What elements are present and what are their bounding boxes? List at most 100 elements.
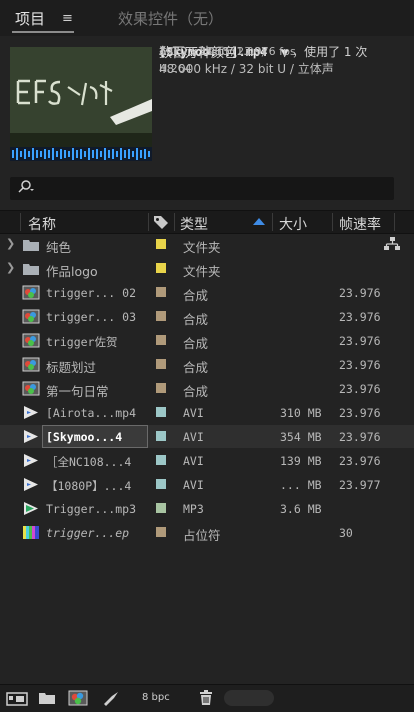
item-type: AVI xyxy=(183,478,204,492)
item-type: 合成 xyxy=(183,360,209,375)
column-divider xyxy=(174,213,175,231)
label-color-swatch[interactable] xyxy=(156,455,166,465)
column-divider xyxy=(272,213,273,231)
expand-chevron-icon[interactable]: ❯ xyxy=(6,261,15,274)
item-size: 139 MB xyxy=(280,454,322,468)
list-item[interactable]: trigger...ep 占位符 30 xyxy=(0,521,414,544)
item-type: AVI xyxy=(183,406,204,420)
tab-effect-controls[interactable]: 效果控件（无） xyxy=(118,8,223,29)
label-color-swatch[interactable] xyxy=(156,359,166,369)
new-composition-icon[interactable] xyxy=(68,690,88,710)
placeholder-icon xyxy=(22,525,40,540)
list-item[interactable]: ❯ 作品logo 文件夹 xyxy=(0,257,414,280)
item-frame-rate: 23.976 xyxy=(339,454,381,468)
item-type: 合成 xyxy=(183,336,209,351)
list-item[interactable]: [Airota...mp4 AVI 310 MB 23.976 xyxy=(0,401,414,424)
footage-duration: Δ 0:23:38:15, 23.976 fps xyxy=(159,45,296,58)
column-divider xyxy=(394,213,395,231)
item-name: 【1080P】...4 xyxy=(46,479,132,493)
footage-audio: 48.000 kHz / 32 bit U / 立体声 xyxy=(159,62,334,76)
column-name[interactable]: 名称 xyxy=(28,214,56,234)
item-frame-rate: 23.976 xyxy=(339,382,381,396)
color-depth-button[interactable]: 8 bpc xyxy=(142,692,170,703)
new-folder-icon[interactable] xyxy=(38,690,56,710)
item-frame-rate: 23.976 xyxy=(339,406,381,420)
label-color-swatch[interactable] xyxy=(156,311,166,321)
list-item[interactable]: trigger佐贺 合成 23.976 xyxy=(0,329,414,352)
network-hierarchy-icon[interactable] xyxy=(384,237,400,255)
item-frame-rate: 23.977 xyxy=(339,478,381,492)
delete-trash-icon[interactable] xyxy=(198,690,214,710)
item-type: 合成 xyxy=(183,312,209,327)
panel-tab-bar: 项目 ≡ 效果控件（无） xyxy=(0,0,414,36)
list-item[interactable]: ❯ 纯色 文件夹 xyxy=(0,233,414,256)
label-tag-icon[interactable] xyxy=(153,215,169,233)
item-frame-rate: 23.976 xyxy=(339,430,381,444)
item-size: ... MB xyxy=(280,478,322,492)
label-color-swatch[interactable] xyxy=(156,335,166,345)
label-color-swatch[interactable] xyxy=(156,431,166,441)
composition-icon xyxy=(22,381,40,396)
column-frame-rate[interactable]: 帧速率 xyxy=(339,214,381,234)
list-item[interactable]: ［全NC108...4 AVI 139 MB 23.976 xyxy=(0,449,414,472)
item-name: trigger... 03 xyxy=(46,310,137,324)
composition-icon xyxy=(22,357,40,372)
footage-thumbnail xyxy=(10,47,152,161)
label-color-swatch[interactable] xyxy=(156,407,166,417)
item-name[interactable]: [Skymoo...4 xyxy=(46,430,122,444)
item-frame-rate: 23.976 xyxy=(339,286,381,300)
item-frame-rate: 23.976 xyxy=(339,334,381,348)
item-type: 合成 xyxy=(183,384,209,399)
project-settings-icon[interactable] xyxy=(102,690,120,710)
folder-icon xyxy=(22,237,40,252)
item-frame-rate: 23.976 xyxy=(339,358,381,372)
item-size: 3.6 MB xyxy=(280,502,322,516)
video-footage-icon xyxy=(22,453,40,468)
item-name: Trigger...mp3 xyxy=(46,502,137,516)
label-color-swatch[interactable] xyxy=(156,479,166,489)
list-item[interactable]: Trigger...mp3 MP3 3.6 MB xyxy=(0,497,414,520)
label-color-swatch[interactable] xyxy=(156,383,166,393)
list-item[interactable]: trigger... 02 合成 23.976 xyxy=(0,281,414,304)
item-type: 占位符 xyxy=(183,528,221,543)
search-input[interactable] xyxy=(10,177,394,200)
interpret-footage-icon[interactable] xyxy=(6,690,28,710)
list-item[interactable]: 标题划过 合成 23.976 xyxy=(0,353,414,376)
label-color-swatch[interactable] xyxy=(156,287,166,297)
list-item[interactable]: trigger... 03 合成 23.976 xyxy=(0,305,414,328)
list-item-selected[interactable]: [Skymoo...4 AVI 354 MB 23.976 xyxy=(0,425,414,448)
list-item[interactable]: 第一句日常 合成 23.976 xyxy=(0,377,414,400)
label-color-swatch[interactable] xyxy=(156,239,166,249)
item-name: trigger... 02 xyxy=(46,286,137,300)
list-item[interactable]: 【1080P】...4 AVI ... MB 23.977 xyxy=(0,473,414,496)
footage-info: [Skymoo...].mp4 ▼ ，使用了 1 次 1920 x 1080 (… xyxy=(159,45,367,76)
active-tab-indicator xyxy=(12,31,74,33)
column-header: 名称 类型 大小 帧速率 xyxy=(0,210,414,234)
expand-chevron-icon[interactable]: ❯ xyxy=(6,237,15,250)
label-color-swatch[interactable] xyxy=(156,527,166,537)
column-size[interactable]: 大小 xyxy=(279,214,307,234)
video-footage-icon xyxy=(22,477,40,492)
item-name: ［全NC108...4 xyxy=(46,455,132,469)
panel-footer: 8 bpc xyxy=(0,684,414,712)
item-type: 合成 xyxy=(183,288,209,303)
search-icon[interactable] xyxy=(18,180,36,198)
item-name: trigger...ep xyxy=(46,526,130,540)
composition-icon xyxy=(22,333,40,348)
audio-footage-icon xyxy=(22,501,40,516)
item-name: [Airota...mp4 xyxy=(46,406,137,420)
item-type: AVI xyxy=(183,430,204,444)
item-name: 标题划过 xyxy=(46,360,97,375)
column-type[interactable]: 类型 xyxy=(180,214,208,234)
label-color-swatch[interactable] xyxy=(156,503,166,513)
item-name: 纯色 xyxy=(46,240,72,255)
tab-project[interactable]: 项目 xyxy=(15,8,45,29)
item-name: 第一句日常 xyxy=(46,384,109,399)
item-name: trigger佐贺 xyxy=(46,335,118,349)
horizontal-scrollbar[interactable] xyxy=(224,690,274,706)
item-name: 作品logo xyxy=(46,264,98,279)
item-frame-rate: 30 xyxy=(339,526,353,540)
panel-menu-icon[interactable]: ≡ xyxy=(62,11,73,26)
item-size: 310 MB xyxy=(280,406,322,420)
label-color-swatch[interactable] xyxy=(156,263,166,273)
